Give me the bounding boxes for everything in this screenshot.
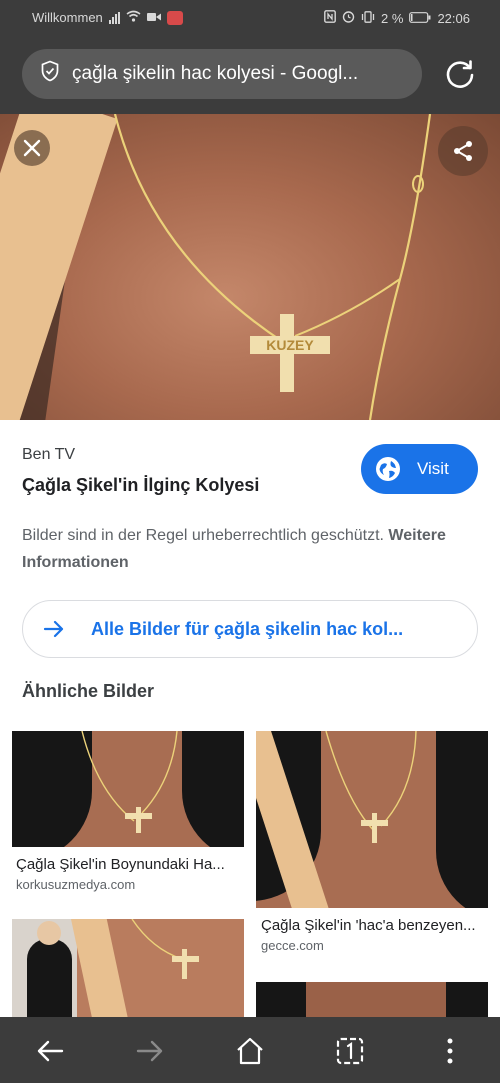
back-button[interactable] <box>30 1031 70 1071</box>
necklace-illustration: KUZEY <box>113 114 432 420</box>
similar-item-domain: korkusuzmedya.com <box>16 877 136 892</box>
arrow-left-icon <box>37 1040 64 1062</box>
bottom-navigation <box>0 1017 500 1083</box>
share-icon <box>454 141 472 161</box>
globe-icon <box>376 457 400 481</box>
status-bar: Willkommen 2 % 22:06 <box>0 0 500 36</box>
close-button[interactable] <box>14 130 50 166</box>
more-vert-icon <box>447 1038 453 1064</box>
wifi-icon <box>126 10 141 25</box>
arrow-right-icon <box>43 620 64 638</box>
alarm-icon <box>342 10 355 26</box>
clock: 22:06 <box>437 10 470 26</box>
result-title[interactable]: Çağla Şikel'in İlginç Kolyesi <box>22 475 259 496</box>
pendant-text: KUZEY <box>266 337 314 353</box>
vibrate-icon <box>361 10 375 26</box>
browser-header: çağla şikelin hac kolyesi - Googl... <box>0 36 500 114</box>
battery-percent: 2 % <box>381 10 404 26</box>
carrier-label: Willkommen <box>32 10 103 25</box>
secure-shield-icon <box>40 60 60 88</box>
source-name: Ben TV <box>22 446 76 463</box>
copyright-notice: Bilder sind in der Regel urheberrechtlic… <box>22 522 472 576</box>
copyright-text: Bilder sind in der Regel urheberrechtlic… <box>22 527 384 544</box>
similar-thumbnail[interactable] <box>12 919 244 1017</box>
visit-label: Visit <box>417 459 449 478</box>
arrow-right-icon <box>136 1040 163 1062</box>
similar-images-heading: Ähnliche Bilder <box>22 681 155 701</box>
battery-icon <box>409 11 431 26</box>
all-images-label: Alle Bilder für çağla şikelin hac kol... <box>91 618 404 639</box>
close-icon <box>23 139 41 157</box>
similar-thumbnail[interactable] <box>256 982 488 1017</box>
all-images-button[interactable]: Alle Bilder für çağla şikelin hac kol... <box>22 600 478 658</box>
url-bar[interactable]: çağla şikelin hac kolyesi - Googl... <box>22 49 422 99</box>
tabs-icon <box>336 1037 364 1065</box>
menu-button[interactable] <box>430 1031 470 1071</box>
url-text: çağla şikelin hac kolyesi - Googl... <box>72 63 359 84</box>
similar-item-title[interactable]: Çağla Şikel'in Boynundaki Ha... <box>16 856 242 873</box>
home-button[interactable] <box>230 1031 270 1071</box>
preview-image[interactable]: KUZEY <box>0 114 500 420</box>
home-icon <box>237 1037 263 1065</box>
nfc-icon <box>324 10 336 26</box>
signal-icon <box>108 11 120 24</box>
visit-button[interactable]: Visit <box>361 444 478 494</box>
video-icon <box>146 10 161 25</box>
similar-item-title[interactable]: Çağla Şikel'in 'hac'a benzeyen... <box>261 917 485 934</box>
forward-button[interactable] <box>130 1031 170 1071</box>
reload-icon[interactable] <box>442 56 478 92</box>
tabs-button[interactable] <box>330 1031 370 1071</box>
share-button[interactable] <box>438 126 488 176</box>
similar-thumbnail[interactable] <box>256 731 488 908</box>
similar-item-domain: gecce.com <box>261 938 324 953</box>
app-notification-icon <box>166 10 183 25</box>
similar-thumbnail[interactable] <box>12 731 244 847</box>
